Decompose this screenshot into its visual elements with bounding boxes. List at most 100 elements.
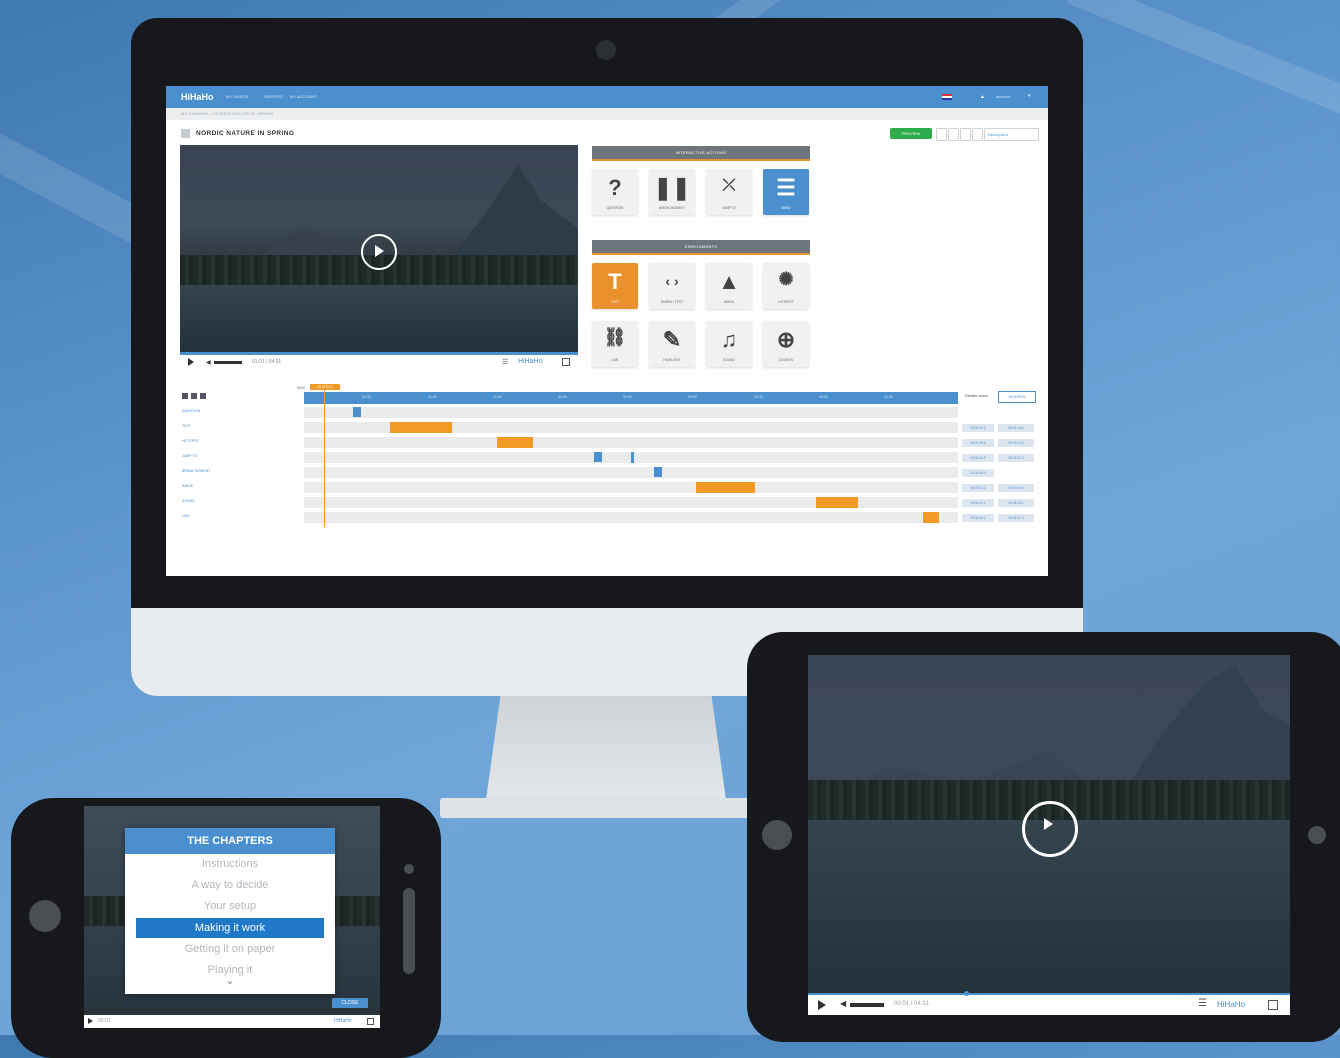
layer-filter-icon[interactable]: [191, 393, 197, 399]
menu-tile[interactable]: ☰ MENU: [763, 169, 809, 215]
sound-clip[interactable]: [816, 497, 858, 508]
timeline-track[interactable]: [304, 437, 958, 448]
chapter-item[interactable]: Your setup: [125, 900, 335, 912]
progress-handle[interactable]: [964, 991, 969, 996]
end-time[interactable]: 00:04:47.0: [998, 514, 1034, 522]
progress-bar[interactable]: [180, 352, 578, 355]
start-time[interactable]: 00:03:04.2: [962, 484, 994, 492]
close-chapters-button[interactable]: CLOSE: [332, 998, 368, 1008]
share-button[interactable]: [936, 128, 947, 141]
fullscreen-icon[interactable]: [562, 358, 570, 366]
embed-text-tile[interactable]: ‹ › EMBED / TEXT: [649, 263, 695, 309]
export-button[interactable]: [948, 128, 959, 141]
timeline-track[interactable]: [304, 467, 958, 478]
start-time[interactable]: 00:04:40.0: [962, 514, 994, 522]
fullscreen-icon[interactable]: [367, 1018, 374, 1025]
brand-logo[interactable]: HiHaHo: [1217, 1000, 1245, 1009]
question-marker[interactable]: [353, 407, 361, 417]
chevron-down-icon[interactable]: ⌄: [125, 976, 335, 987]
timeline-ruler[interactable]: 00:30 01:00 01:30 02:00 02:30 03:00 03:3…: [304, 392, 958, 404]
chapters-icon[interactable]: ☰: [1198, 998, 1207, 1009]
jump-to-tile[interactable]: ⤫ JUMP TO: [706, 169, 752, 215]
image-clip[interactable]: [696, 482, 755, 493]
text-filter-icon[interactable]: [182, 393, 188, 399]
text-tile[interactable]: T TEXT: [592, 263, 638, 309]
fullscreen-icon[interactable]: [1268, 1000, 1278, 1010]
volume-slider[interactable]: [850, 1003, 884, 1007]
start-time[interactable]: 00:02:44.9: [962, 454, 994, 462]
play-icon[interactable]: [1022, 801, 1078, 857]
volume-icon[interactable]: ◀: [840, 999, 846, 1008]
app-logo[interactable]: HiHaHo: [181, 92, 214, 102]
chapter-item[interactable]: Getting it on paper: [125, 943, 335, 955]
end-time[interactable]: 00:03:40.5: [998, 484, 1034, 492]
music-icon: ♫: [720, 327, 738, 352]
volume-icon[interactable]: ◀: [206, 359, 211, 366]
image-tile[interactable]: ▲ IMAGE: [706, 263, 752, 309]
jump-to-icon: ⤫: [722, 177, 736, 194]
break-moment-marker[interactable]: [654, 467, 662, 477]
highlight-tile[interactable]: ✎ HIGHLIGHT: [649, 321, 695, 367]
view-select[interactable]: Description: [984, 128, 1039, 141]
play-icon[interactable]: [361, 234, 397, 270]
breadcrumb[interactable]: MY CHANNEL > NORDIC NATURE IN SPRING: [181, 111, 273, 116]
timeline-track[interactable]: [304, 482, 958, 493]
jump-target-marker[interactable]: [631, 452, 634, 463]
info-button[interactable]: [972, 128, 983, 141]
link-clip[interactable]: [923, 512, 939, 523]
timeline-track[interactable]: [304, 497, 958, 508]
chapter-item-active[interactable]: Making it work: [136, 918, 324, 938]
edit-icon[interactable]: [181, 129, 190, 138]
start-time[interactable]: 00:00:32.9: [962, 424, 994, 432]
tablet-video[interactable]: [808, 655, 1290, 1015]
play-button-icon[interactable]: [188, 358, 194, 366]
start-time[interactable]: 00:04:03.1: [962, 499, 994, 507]
start-time[interactable]: 00:03:06.9: [962, 469, 994, 477]
timeline-track[interactable]: [304, 512, 958, 523]
timeline-track[interactable]: [304, 452, 958, 463]
brand-logo[interactable]: HiHaHo: [334, 1018, 352, 1024]
language-flag-icon[interactable]: [942, 94, 952, 100]
nav-item[interactable]: MY ACCOUNT: [290, 94, 317, 99]
nav-item[interactable]: MY VIDEOS: [226, 94, 248, 99]
brand-logo[interactable]: HiHaHo: [518, 358, 543, 365]
chevron-down-icon[interactable]: ▾: [1028, 93, 1031, 99]
jump-to-marker[interactable]: [594, 452, 602, 462]
break-moment-tile[interactable]: ❚❚ BREAK MOMENT: [649, 169, 695, 215]
start-time[interactable]: 00:01:49.9: [962, 439, 994, 447]
chapters-icon[interactable]: ☰: [502, 358, 508, 366]
playhead[interactable]: [324, 387, 325, 527]
progress-bar[interactable]: [808, 993, 1290, 995]
playhead-time[interactable]: 00:01:01.0: [310, 384, 340, 390]
end-time[interactable]: 00:02:47.6: [998, 454, 1034, 462]
hotspot-clip[interactable]: [497, 437, 533, 448]
chapter-item[interactable]: Instructions: [125, 858, 335, 870]
tablet-camera: [1308, 826, 1326, 844]
timeline-start: 00:00: [297, 386, 305, 390]
chapter-item[interactable]: Playing it: [125, 964, 335, 976]
play-button-icon[interactable]: [818, 1000, 826, 1010]
end-time[interactable]: 00:01:14.0: [998, 424, 1034, 432]
text-clip[interactable]: [390, 422, 452, 433]
video-preview[interactable]: [180, 145, 578, 355]
preview-button[interactable]: PREVIEW: [890, 128, 932, 139]
hotspot-tile[interactable]: ✺ HOTSPOT: [763, 263, 809, 309]
details-edit-button[interactable]: WIJZIGEN: [998, 391, 1036, 403]
zoom-in-tile[interactable]: ⊕ ZOOM IN: [763, 321, 809, 367]
nav-item[interactable]: SUPPORT: [264, 94, 283, 99]
settings-button[interactable]: [960, 128, 971, 141]
play-button-icon[interactable]: [88, 1018, 93, 1024]
volume-slider[interactable]: [214, 361, 242, 364]
time-display: 00:01: [98, 1018, 111, 1024]
timeline-track[interactable]: [304, 407, 958, 418]
timeline-track[interactable]: [304, 422, 958, 433]
end-time[interactable]: 00:04:28.1: [998, 499, 1034, 507]
question-tile[interactable]: ? QUESTION: [592, 169, 638, 215]
user-icon[interactable]: ▲: [980, 94, 985, 100]
user-menu[interactable]: account: [996, 94, 1010, 99]
sound-tile[interactable]: ♫ SOUND: [706, 321, 752, 367]
link-tile[interactable]: ⛓ LINK: [592, 321, 638, 367]
image-filter-icon[interactable]: [200, 393, 206, 399]
end-time[interactable]: 00:02:12.6: [998, 439, 1034, 447]
chapter-item[interactable]: A way to decide: [125, 879, 335, 891]
